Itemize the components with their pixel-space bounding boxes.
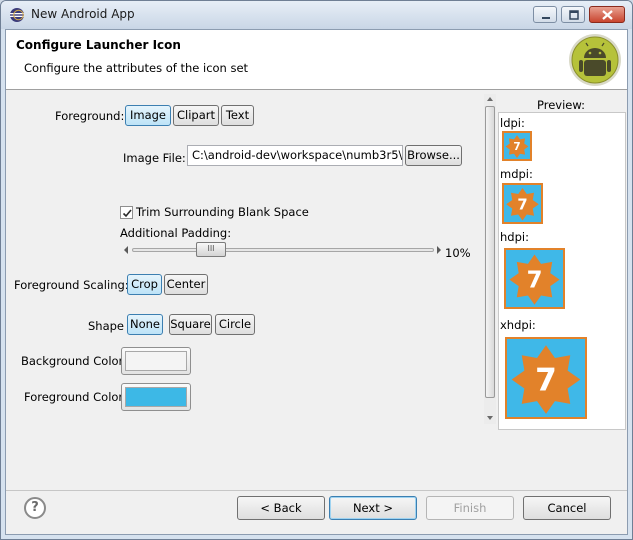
shape-label: Shape: [88, 319, 125, 333]
preview-icon-mdpi: 7: [502, 183, 543, 224]
image-file-label: Image File:: [123, 151, 186, 165]
foreground-color-label: Foreground Color:: [24, 390, 127, 404]
maximize-icon: [569, 10, 579, 20]
shape-none-button[interactable]: None: [127, 314, 163, 335]
shape-square-button[interactable]: Square: [169, 314, 212, 335]
page-subtitle: Configure the attributes of the icon set: [24, 61, 249, 75]
star-seven-icon: 7: [509, 254, 560, 305]
android-logo-icon: [565, 32, 623, 88]
foreground-text-button[interactable]: Text: [221, 105, 254, 126]
background-color-swatch: [125, 351, 187, 371]
preview-label-mdpi: mdpi:: [500, 167, 533, 181]
background-color-button[interactable]: [121, 347, 191, 375]
star-number: 7: [513, 141, 520, 153]
shape-circle-button[interactable]: Circle: [215, 314, 255, 335]
close-icon: [602, 10, 613, 20]
dialog-window: New Android App Configure Launcher Icon …: [0, 0, 633, 540]
preview-icon-ldpi: 7: [502, 131, 532, 161]
window-title: New Android App: [31, 7, 135, 21]
preview-title: Preview:: [537, 98, 586, 112]
padding-label: Additional Padding:: [120, 226, 232, 240]
help-icon[interactable]: ?: [24, 497, 46, 519]
preview-icon-xhdpi: 7: [505, 337, 587, 419]
foreground-color-button[interactable]: [121, 383, 191, 411]
star-number: 7: [535, 362, 557, 398]
back-button[interactable]: < Back: [237, 496, 325, 520]
trim-label: Trim Surrounding Blank Space: [136, 205, 309, 219]
image-file-input[interactable]: C:\android-dev\workspace\numb3r5\i: [187, 145, 403, 166]
foreground-clipart-button[interactable]: Clipart: [173, 105, 219, 126]
minimize-icon: [542, 17, 550, 19]
star-seven-icon: 7: [505, 135, 529, 158]
minimize-button[interactable]: [533, 6, 557, 23]
foreground-color-swatch: [125, 387, 187, 407]
scroll-down-arrow-icon[interactable]: [487, 416, 493, 420]
title-bar[interactable]: New Android App: [1, 1, 632, 29]
finish-button[interactable]: Finish: [426, 496, 514, 520]
scroll-up-arrow-icon[interactable]: [487, 97, 493, 101]
scaling-label: Foreground Scaling:: [14, 278, 129, 292]
preview-icon-hdpi: 7: [504, 248, 565, 309]
maximize-button[interactable]: [561, 6, 585, 23]
scrollbar-thumb[interactable]: [485, 106, 495, 398]
preview-label-xhdpi: xhdpi:: [500, 318, 536, 332]
wizard-header: Configure Launcher Icon Configure the at…: [6, 30, 627, 90]
padding-slider-track[interactable]: [132, 248, 434, 252]
dialog-client-area: Configure Launcher Icon Configure the at…: [5, 29, 628, 535]
padding-value: 10%: [445, 246, 471, 260]
slider-right-arrow-icon[interactable]: [437, 246, 441, 254]
foreground-image-button[interactable]: Image: [125, 105, 171, 126]
footer-separator: [6, 490, 627, 491]
close-button[interactable]: [589, 6, 625, 23]
next-button[interactable]: Next >: [329, 496, 417, 520]
star-seven-icon: 7: [511, 345, 581, 414]
browse-button[interactable]: Browse...: [405, 145, 462, 166]
star-seven-icon: 7: [506, 187, 539, 221]
scaling-crop-button[interactable]: Crop: [127, 274, 162, 295]
preview-label-ldpi: ldpi:: [500, 116, 525, 130]
scaling-center-button[interactable]: Center: [164, 274, 208, 295]
vertical-scrollbar[interactable]: [484, 94, 496, 424]
star-number: 7: [517, 196, 527, 213]
foreground-label: Foreground:: [55, 109, 125, 123]
page-title: Configure Launcher Icon: [16, 38, 181, 52]
trim-checkbox[interactable]: [120, 206, 133, 219]
padding-slider-thumb[interactable]: III: [196, 242, 226, 257]
checkmark-icon: [122, 209, 132, 218]
background-color-label: Background Color:: [21, 354, 127, 368]
eclipse-icon: [9, 7, 25, 23]
preview-label-hdpi: hdpi:: [500, 230, 529, 244]
slider-left-arrow-icon[interactable]: [124, 246, 128, 254]
cancel-button[interactable]: Cancel: [523, 496, 611, 520]
star-number: 7: [527, 268, 543, 294]
